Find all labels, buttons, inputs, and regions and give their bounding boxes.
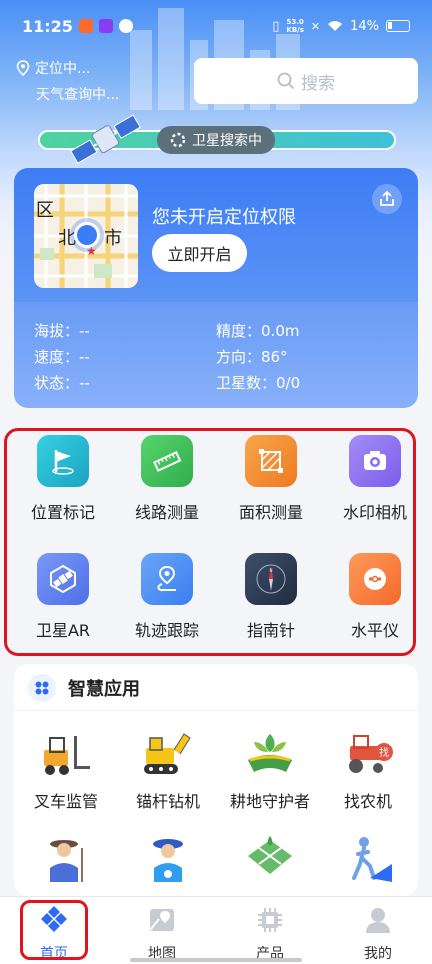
app-walker[interactable] [318,834,418,888]
user-icon [366,908,390,933]
location-info[interactable]: 定位中... 天气查询中... [16,58,119,104]
ruler-icon [141,435,193,487]
stat-altitude: 海拔：-- [34,322,90,340]
satellite-ar-icon [37,553,89,605]
stat-state: 状态：-- [34,374,90,392]
search-icon [277,72,295,90]
app-label: 锚杆钻机 [135,792,200,811]
drill-rig-icon [144,733,191,774]
stat-direction: 方向：86° [216,348,288,366]
app-forklift[interactable]: 叉车监管 [16,730,116,812]
svg-text:N: N [270,568,273,573]
app-label: 耕地守护者 [229,792,310,811]
tool-label: 指南针 [246,621,295,640]
level-icon [349,553,401,605]
map-thumbnail[interactable]: 区 北 市 ★ [34,184,138,288]
notification-app-icon [78,19,93,33]
search-input[interactable]: 搜索 [194,58,418,104]
svg-text:找: 找 [379,746,389,759]
nav-label: 我的 [364,946,392,962]
walker-icon [352,837,392,882]
smart-apps-section: 智慧应用 叉车监管 锚杆钻机 耕地守护者 找 找农机 [14,664,418,896]
battery-icon [386,20,410,32]
app-label: 叉车监管 [33,792,98,811]
gesture-home-indicator [130,958,302,962]
stat-speed: 速度：-- [34,348,90,366]
vibrate-icon: ▯ [272,18,280,34]
tool-label: 位置标记 [30,503,95,522]
tool-level[interactable]: 水平仪 [325,553,425,641]
location-status: 定位中... [35,61,91,77]
tool-area-measure[interactable]: 面积测量 [221,435,321,523]
app-worker[interactable] [118,834,218,888]
flag-icon [37,435,89,487]
app-find-machinery[interactable]: 找 找农机 [318,730,418,812]
status-time: 11:25 [22,16,73,36]
notification-app-icon [98,19,113,33]
battery-percent: 14% [350,18,379,34]
stat-accuracy: 精度：0.0m [216,322,300,340]
map-label: 市 [104,228,122,249]
satellite-icon [70,114,141,164]
app-farmland-guard[interactable]: 耕地守护者 [220,730,320,812]
worker-icon [153,839,183,882]
location-pin-icon [16,60,30,76]
notification-app-icon [118,19,133,33]
map-label: 区 [36,200,54,221]
tool-label: 面积测量 [238,503,303,522]
status-bar: 11:25 ▯ 53.0 KB/s ✕ 14% [0,0,432,52]
wifi-icon [328,21,343,31]
nav-products[interactable]: 产品 [240,905,300,963]
tool-location-mark[interactable]: 位置标记 [13,435,113,523]
tool-watermark-camera[interactable]: 水印相机 [325,435,425,523]
satellite-search-status: 卫星搜索中 [157,126,275,154]
farmland-icon [248,734,292,772]
location-card: 区 北 市 ★ 您未开启定位权限 立即开启 海拔：-- 精度：0.0m 速度：-… [14,168,418,408]
apps-grid-icon [28,674,56,702]
sim-icon: ✕ [310,19,321,33]
tool-satellite-ar[interactable]: 卫星AR [13,553,113,641]
map-icon [150,909,174,931]
app-label: 找农机 [343,792,392,811]
map-star-icon: ★ [86,244,97,258]
forklift-icon [44,736,90,775]
route-icon [141,553,193,605]
camera-icon [349,435,401,487]
tool-compass[interactable]: N 指南针 [221,553,321,641]
share-icon [380,190,394,206]
nav-map[interactable]: 地图 [132,905,192,963]
search-placeholder: 搜索 [301,73,335,94]
app-field-grid[interactable] [220,834,320,888]
field-grid-icon [248,836,292,874]
tool-route-measure[interactable]: 线路测量 [117,435,217,523]
smart-apps-header: 智慧应用 [28,674,140,702]
loading-spinner-icon [170,132,186,148]
tractor-icon: 找 [349,735,393,773]
share-button[interactable] [372,184,402,214]
stat-satellites: 卫星数：0/0 [216,374,301,392]
tool-track[interactable]: 轨迹跟踪 [117,553,217,641]
tool-label: 卫星AR [35,621,91,640]
area-icon [245,435,297,487]
tool-label: 线路测量 [134,503,199,522]
home-highlight-box [20,900,88,960]
tools-grid: 位置标记 线路测量 面积测量 水印相机 卫星AR 轨迹跟踪 N 指南针 水平仪 [4,428,416,656]
nav-profile[interactable]: 我的 [348,905,408,963]
tool-label: 水平仪 [350,621,399,640]
chip-icon [258,908,282,932]
tool-label: 轨迹跟踪 [134,621,199,640]
app-farmer[interactable] [16,834,116,888]
network-speed: 53.0 KB/s [286,18,304,34]
permission-title: 您未开启定位权限 [152,207,296,228]
farmer-icon [50,840,83,882]
enable-location-button[interactable]: 立即开启 [152,234,247,272]
app-drill-rig[interactable]: 锚杆钻机 [118,730,218,812]
weather-status: 天气查询中... [36,87,120,103]
satellite-search-label: 卫星搜索中 [192,133,262,149]
compass-icon: N [245,553,297,605]
divider [14,710,418,711]
smart-apps-title: 智慧应用 [68,679,140,700]
tool-label: 水印相机 [342,503,407,522]
